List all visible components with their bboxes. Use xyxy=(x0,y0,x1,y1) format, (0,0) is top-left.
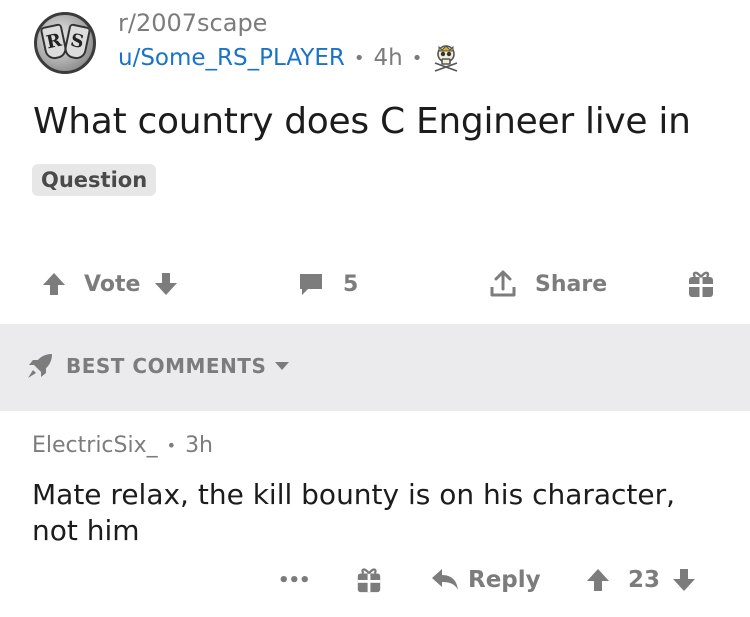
rocket-icon xyxy=(26,352,54,380)
skull-crossbones-icon xyxy=(431,43,461,73)
upvote-arrow-icon[interactable] xyxy=(584,566,612,594)
comment-sort-selector[interactable]: BEST COMMENTS xyxy=(26,352,290,380)
reply-arrow-icon xyxy=(430,567,460,593)
post-flair[interactable]: Question xyxy=(32,164,157,196)
comment-bubble-icon xyxy=(296,269,326,299)
caret-down-icon xyxy=(274,360,290,372)
comment-action-bar: ••• Reply 23 xyxy=(0,560,750,600)
more-options-button[interactable]: ••• xyxy=(278,560,311,600)
share-button[interactable]: Share xyxy=(488,262,607,306)
comment-award-button[interactable] xyxy=(355,560,383,600)
comment-count: 5 xyxy=(343,271,359,297)
sort-label: BEST COMMENTS xyxy=(66,354,267,378)
meta-separator: • xyxy=(353,47,365,69)
subreddit-name[interactable]: r/2007scape xyxy=(118,9,267,37)
comments-button[interactable]: 5 xyxy=(296,262,358,306)
post-author[interactable]: u/Some_RS_PLAYER xyxy=(118,45,345,71)
comment-body: Mate relax, the kill bounty is on his ch… xyxy=(32,478,676,547)
avatar-letter-left: R xyxy=(39,23,69,61)
avatar-letter-right: S xyxy=(62,23,92,61)
meta-separator: • xyxy=(411,47,423,69)
reply-button[interactable]: Reply xyxy=(430,560,541,600)
award-button[interactable] xyxy=(686,262,716,306)
share-icon xyxy=(488,269,518,299)
upvote-arrow-icon[interactable] xyxy=(40,270,68,298)
post-age: 4h xyxy=(373,45,403,71)
downvote-arrow-icon[interactable] xyxy=(670,566,698,594)
comment-score: 23 xyxy=(628,567,661,593)
award-gift-icon xyxy=(355,565,383,595)
downvote-arrow-icon[interactable] xyxy=(152,270,180,298)
comment-age: 3h xyxy=(185,433,214,458)
vote-control: Vote xyxy=(40,262,180,306)
subreddit-avatar[interactable]: R S xyxy=(34,12,96,74)
post-meta: u/Some_RS_PLAYER • 4h • xyxy=(118,43,461,73)
post-title[interactable]: What country does C Engineer live in xyxy=(33,101,691,142)
comment-vote-control: 23 xyxy=(584,560,698,600)
share-label: Share xyxy=(535,271,608,297)
meta-separator: • xyxy=(166,436,177,455)
post-action-bar: Vote 5 Share xyxy=(0,262,750,306)
comment-meta: ElectricSix_ • 3h xyxy=(32,433,213,458)
comment-author[interactable]: ElectricSix_ xyxy=(32,433,158,458)
award-gift-icon xyxy=(686,268,716,300)
vote-label: Vote xyxy=(84,271,141,297)
reply-label: Reply xyxy=(468,567,541,593)
